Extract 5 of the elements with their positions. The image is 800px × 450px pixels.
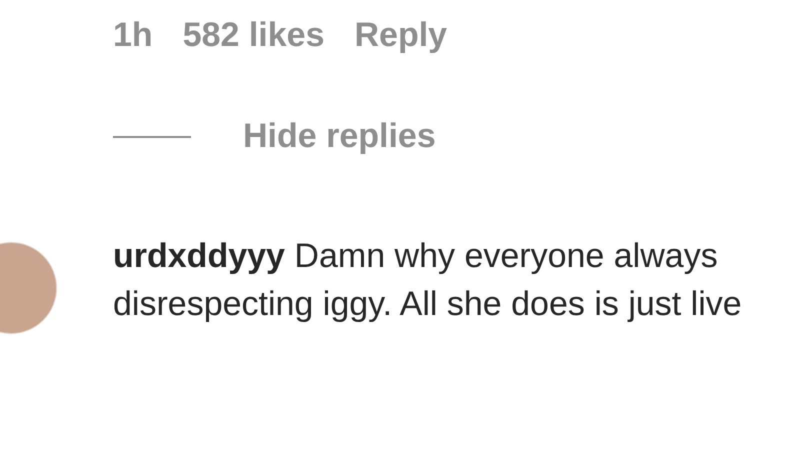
hide-replies-link[interactable]: Hide replies bbox=[243, 111, 436, 162]
comment-time: 1h bbox=[113, 15, 153, 56]
likes-count[interactable]: 582 likes bbox=[182, 10, 324, 61]
comment-text: urdxddyyy Damn why everyone always disrespecting iggy. All she does is just live bbox=[113, 236, 743, 325]
reply-link[interactable]: Reply bbox=[354, 10, 448, 61]
